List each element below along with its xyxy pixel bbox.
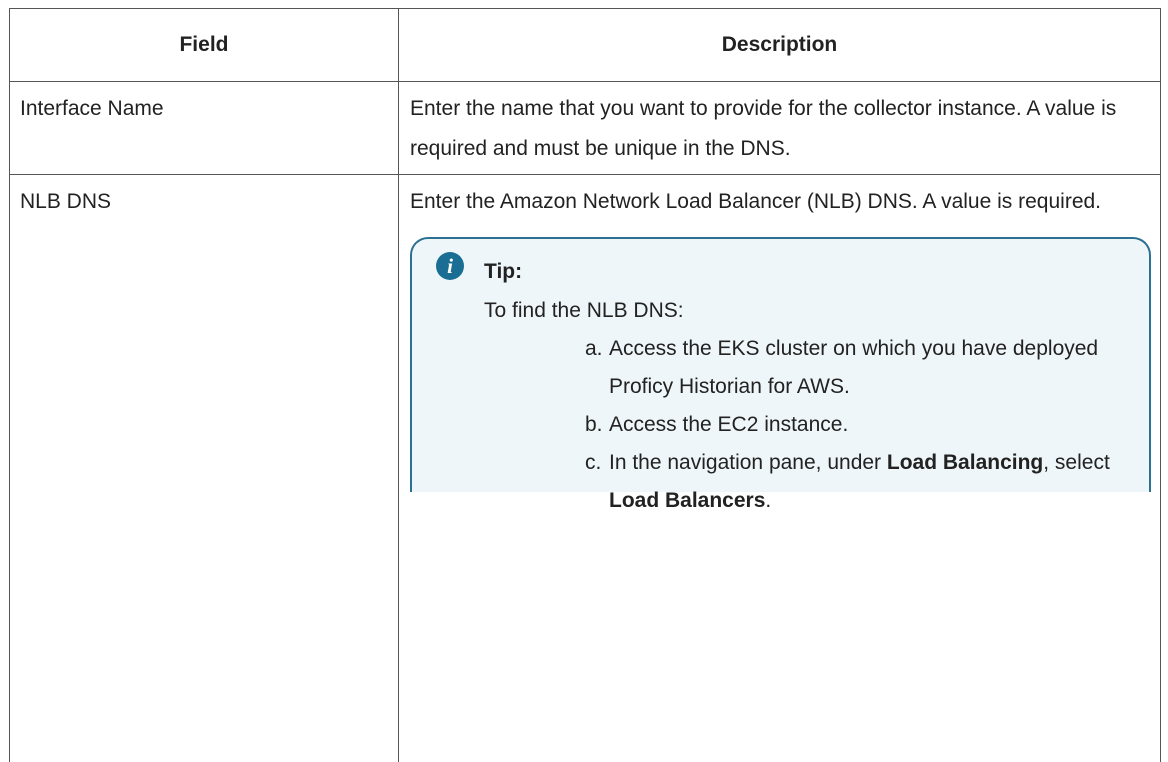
description-column-header: Description bbox=[399, 9, 1161, 82]
tip-callout: i Tip: To find the NLB DNS: a. Access th… bbox=[410, 237, 1151, 492]
description-text: Enter the Amazon Network Load Balancer (… bbox=[410, 182, 1150, 222]
tip-steps-list: a. Access the EKS cluster on which you h… bbox=[585, 330, 1149, 520]
table-row: NLB DNS Enter the Amazon Network Load Ba… bbox=[10, 175, 1161, 762]
step-marker: a. bbox=[585, 330, 603, 368]
step-text: Access the EKS cluster on which you have… bbox=[609, 337, 1098, 398]
field-description-table: Field Description Interface Name Enter t… bbox=[9, 8, 1161, 762]
step-text-after: . bbox=[765, 489, 771, 512]
step-marker: c. bbox=[585, 444, 601, 482]
list-item: b. Access the EC2 instance. bbox=[585, 406, 1129, 444]
load-balancing-term: Load Balancing bbox=[887, 451, 1043, 474]
table-header-row: Field Description bbox=[10, 9, 1161, 82]
tip-title: Tip: bbox=[484, 252, 1149, 292]
step-text-before: In the navigation pane, under bbox=[609, 451, 887, 474]
list-item: c. In the navigation pane, under Load Ba… bbox=[585, 444, 1129, 520]
description-cell: Enter the Amazon Network Load Balancer (… bbox=[399, 175, 1161, 762]
step-text-middle: , se­lect bbox=[1043, 451, 1110, 474]
field-name-cell: Interface Name bbox=[10, 82, 399, 175]
load-balancers-term: Load Balancers bbox=[609, 489, 765, 512]
step-marker: b. bbox=[585, 406, 603, 444]
step-text: Access the EC2 instance. bbox=[609, 413, 848, 436]
info-icon: i bbox=[436, 252, 464, 280]
tip-intro: To find the NLB DNS: bbox=[484, 292, 1149, 330]
description-cell: Enter the name that you want to provide … bbox=[399, 82, 1161, 175]
description-text: Enter the name that you want to provide … bbox=[410, 89, 1150, 169]
list-item: a. Access the EKS cluster on which you h… bbox=[585, 330, 1129, 406]
field-column-header: Field bbox=[10, 9, 399, 82]
table-row: Interface Name Enter the name that you w… bbox=[10, 82, 1161, 175]
field-name-cell: NLB DNS bbox=[10, 175, 399, 762]
